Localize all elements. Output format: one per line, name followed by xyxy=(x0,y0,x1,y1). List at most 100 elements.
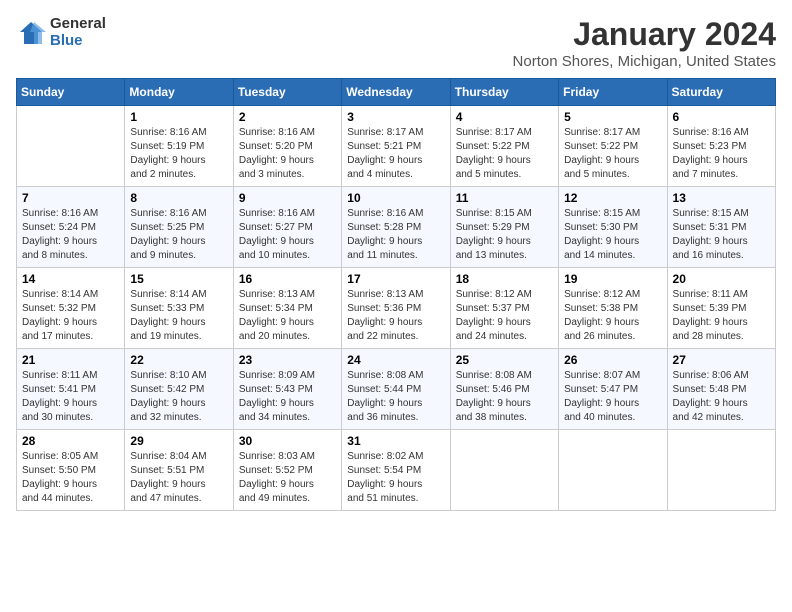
calendar-cell: 20 Sunrise: 8:11 AMSunset: 5:39 PMDayligh… xyxy=(667,268,775,349)
calendar-cell: 10 Sunrise: 8:16 AMSunset: 5:28 PMDayligh… xyxy=(342,187,450,268)
day-info: Sunrise: 8:16 AMSunset: 5:24 PMDaylight:… xyxy=(22,207,119,263)
day-number: 9 xyxy=(239,191,336,205)
day-info: Sunrise: 8:16 AMSunset: 5:27 PMDaylight:… xyxy=(239,207,336,263)
calendar-cell xyxy=(17,106,125,187)
weekday-header-friday: Friday xyxy=(559,79,667,106)
day-info: Sunrise: 8:17 AMSunset: 5:22 PMDaylight:… xyxy=(456,126,553,182)
day-info: Sunrise: 8:16 AMSunset: 5:19 PMDaylight:… xyxy=(130,126,227,182)
calendar-cell xyxy=(450,430,558,511)
calendar-cell xyxy=(667,430,775,511)
day-info: Sunrise: 8:16 AMSunset: 5:25 PMDaylight:… xyxy=(130,207,227,263)
week-row-4: 28Sunrise: 8:05 AMSunset: 5:50 PMDayligh… xyxy=(17,430,776,511)
day-number: 4 xyxy=(456,110,553,124)
day-info: Sunrise: 8:15 AMSunset: 5:31 PMDaylight:… xyxy=(673,207,770,263)
calendar-cell: 7Sunrise: 8:16 AMSunset: 5:24 PMDaylight… xyxy=(17,187,125,268)
calendar-cell: 14Sunrise: 8:14 AMSunset: 5:32 PMDayligh… xyxy=(17,268,125,349)
calendar-cell: 30Sunrise: 8:03 AMSunset: 5:52 PMDayligh… xyxy=(233,430,341,511)
day-number: 19 xyxy=(564,272,661,286)
logo: General Blue xyxy=(16,16,106,49)
calendar-cell: 3Sunrise: 8:17 AMSunset: 5:21 PMDaylight… xyxy=(342,106,450,187)
calendar-cell: 8 Sunrise: 8:16 AMSunset: 5:25 PMDaylight… xyxy=(125,187,233,268)
day-number: 3 xyxy=(347,110,444,124)
day-info: Sunrise: 8:15 AMSunset: 5:29 PMDaylight:… xyxy=(456,207,553,263)
calendar-cell: 19 Sunrise: 8:12 AMSunset: 5:38 PMDayligh… xyxy=(559,268,667,349)
calendar-cell: 24Sunrise: 8:08 AMSunset: 5:44 PMDayligh… xyxy=(342,349,450,430)
day-number: 31 xyxy=(347,434,444,448)
day-number: 13 xyxy=(673,191,770,205)
weekday-header-sunday: Sunday xyxy=(17,79,125,106)
weekday-header-saturday: Saturday xyxy=(667,79,775,106)
day-info: Sunrise: 8:16 AMSunset: 5:28 PMDaylight:… xyxy=(347,207,444,263)
calendar-cell: 27 Sunrise: 8:06 AMSunset: 5:48 PMDayligh… xyxy=(667,349,775,430)
day-info: Sunrise: 8:04 AMSunset: 5:51 PMDaylight:… xyxy=(130,450,227,506)
day-number: 27 xyxy=(673,353,770,367)
calendar-cell: 2 Sunrise: 8:16 AMSunset: 5:20 PMDaylight… xyxy=(233,106,341,187)
day-number: 20 xyxy=(673,272,770,286)
day-info: Sunrise: 8:09 AMSunset: 5:43 PMDaylight:… xyxy=(239,369,336,425)
calendar-cell: 16Sunrise: 8:13 AMSunset: 5:34 PMDayligh… xyxy=(233,268,341,349)
calendar-cell: 25Sunrise: 8:08 AMSunset: 5:46 PMDayligh… xyxy=(450,349,558,430)
day-info: Sunrise: 8:11 AMSunset: 5:39 PMDaylight:… xyxy=(673,288,770,344)
day-info: Sunrise: 8:11 AMSunset: 5:41 PMDaylight:… xyxy=(22,369,119,425)
calendar-cell: 26Sunrise: 8:07 AMSunset: 5:47 PMDayligh… xyxy=(559,349,667,430)
day-info: Sunrise: 8:16 AMSunset: 5:20 PMDaylight:… xyxy=(239,126,336,182)
day-info: Sunrise: 8:02 AMSunset: 5:54 PMDaylight:… xyxy=(347,450,444,506)
day-number: 14 xyxy=(22,272,119,286)
calendar-cell: 4 Sunrise: 8:17 AMSunset: 5:22 PMDaylight… xyxy=(450,106,558,187)
day-info: Sunrise: 8:12 AMSunset: 5:38 PMDaylight:… xyxy=(564,288,661,344)
day-number: 8 xyxy=(130,191,227,205)
calendar-cell: 18Sunrise: 8:12 AMSunset: 5:37 PMDayligh… xyxy=(450,268,558,349)
day-info: Sunrise: 8:16 AMSunset: 5:23 PMDaylight:… xyxy=(673,126,770,182)
day-info: Sunrise: 8:17 AMSunset: 5:22 PMDaylight:… xyxy=(564,126,661,182)
calendar-cell: 6 Sunrise: 8:16 AMSunset: 5:23 PMDaylight… xyxy=(667,106,775,187)
weekday-header-thursday: Thursday xyxy=(450,79,558,106)
header: General Blue January 2024 Norton Shores,… xyxy=(16,16,776,70)
day-number: 30 xyxy=(239,434,336,448)
calendar-cell: 12Sunrise: 8:15 AMSunset: 5:30 PMDayligh… xyxy=(559,187,667,268)
calendar-cell: 21 Sunrise: 8:11 AMSunset: 5:41 PMDayligh… xyxy=(17,349,125,430)
day-number: 17 xyxy=(347,272,444,286)
calendar-cell: 5 Sunrise: 8:17 AMSunset: 5:22 PMDaylight… xyxy=(559,106,667,187)
day-number: 15 xyxy=(130,272,227,286)
day-number: 18 xyxy=(456,272,553,286)
calendar-cell: 23 Sunrise: 8:09 AMSunset: 5:43 PMDayligh… xyxy=(233,349,341,430)
title-area: January 2024 Norton Shores, Michigan, Un… xyxy=(513,16,776,70)
day-number: 28 xyxy=(22,434,119,448)
weekday-header-wednesday: Wednesday xyxy=(342,79,450,106)
day-number: 29 xyxy=(130,434,227,448)
weekday-header-monday: Monday xyxy=(125,79,233,106)
location-title: Norton Shores, Michigan, United States xyxy=(513,53,776,70)
calendar-cell: 17 Sunrise: 8:13 AMSunset: 5:36 PMDayligh… xyxy=(342,268,450,349)
day-number: 1 xyxy=(130,110,227,124)
calendar-cell: 11 Sunrise: 8:15 AMSunset: 5:29 PMDayligh… xyxy=(450,187,558,268)
day-number: 10 xyxy=(347,191,444,205)
day-number: 6 xyxy=(673,110,770,124)
day-number: 21 xyxy=(22,353,119,367)
day-number: 16 xyxy=(239,272,336,286)
week-row-1: 7Sunrise: 8:16 AMSunset: 5:24 PMDaylight… xyxy=(17,187,776,268)
day-info: Sunrise: 8:07 AMSunset: 5:47 PMDaylight:… xyxy=(564,369,661,425)
logo-icon xyxy=(16,18,46,48)
week-row-0: 1 Sunrise: 8:16 AMSunset: 5:19 PMDaylight… xyxy=(17,106,776,187)
weekday-header-row: SundayMondayTuesdayWednesdayThursdayFrid… xyxy=(17,79,776,106)
day-number: 2 xyxy=(239,110,336,124)
week-row-2: 14Sunrise: 8:14 AMSunset: 5:32 PMDayligh… xyxy=(17,268,776,349)
logo-general-label: General xyxy=(50,16,106,33)
logo-blue-label: Blue xyxy=(50,33,106,50)
calendar: SundayMondayTuesdayWednesdayThursdayFrid… xyxy=(16,78,776,511)
week-row-3: 21 Sunrise: 8:11 AMSunset: 5:41 PMDayligh… xyxy=(17,349,776,430)
calendar-cell: 22Sunrise: 8:10 AMSunset: 5:42 PMDayligh… xyxy=(125,349,233,430)
calendar-cell: 29 Sunrise: 8:04 AMSunset: 5:51 PMDayligh… xyxy=(125,430,233,511)
month-title: January 2024 xyxy=(513,16,776,53)
day-info: Sunrise: 8:08 AMSunset: 5:44 PMDaylight:… xyxy=(347,369,444,425)
day-info: Sunrise: 8:13 AMSunset: 5:36 PMDaylight:… xyxy=(347,288,444,344)
day-info: Sunrise: 8:08 AMSunset: 5:46 PMDaylight:… xyxy=(456,369,553,425)
day-number: 23 xyxy=(239,353,336,367)
day-number: 5 xyxy=(564,110,661,124)
day-info: Sunrise: 8:14 AMSunset: 5:33 PMDaylight:… xyxy=(130,288,227,344)
day-info: Sunrise: 8:06 AMSunset: 5:48 PMDaylight:… xyxy=(673,369,770,425)
calendar-cell: 13 Sunrise: 8:15 AMSunset: 5:31 PMDayligh… xyxy=(667,187,775,268)
logo-text: General Blue xyxy=(50,16,106,49)
day-number: 11 xyxy=(456,191,553,205)
calendar-cell: 1 Sunrise: 8:16 AMSunset: 5:19 PMDaylight… xyxy=(125,106,233,187)
